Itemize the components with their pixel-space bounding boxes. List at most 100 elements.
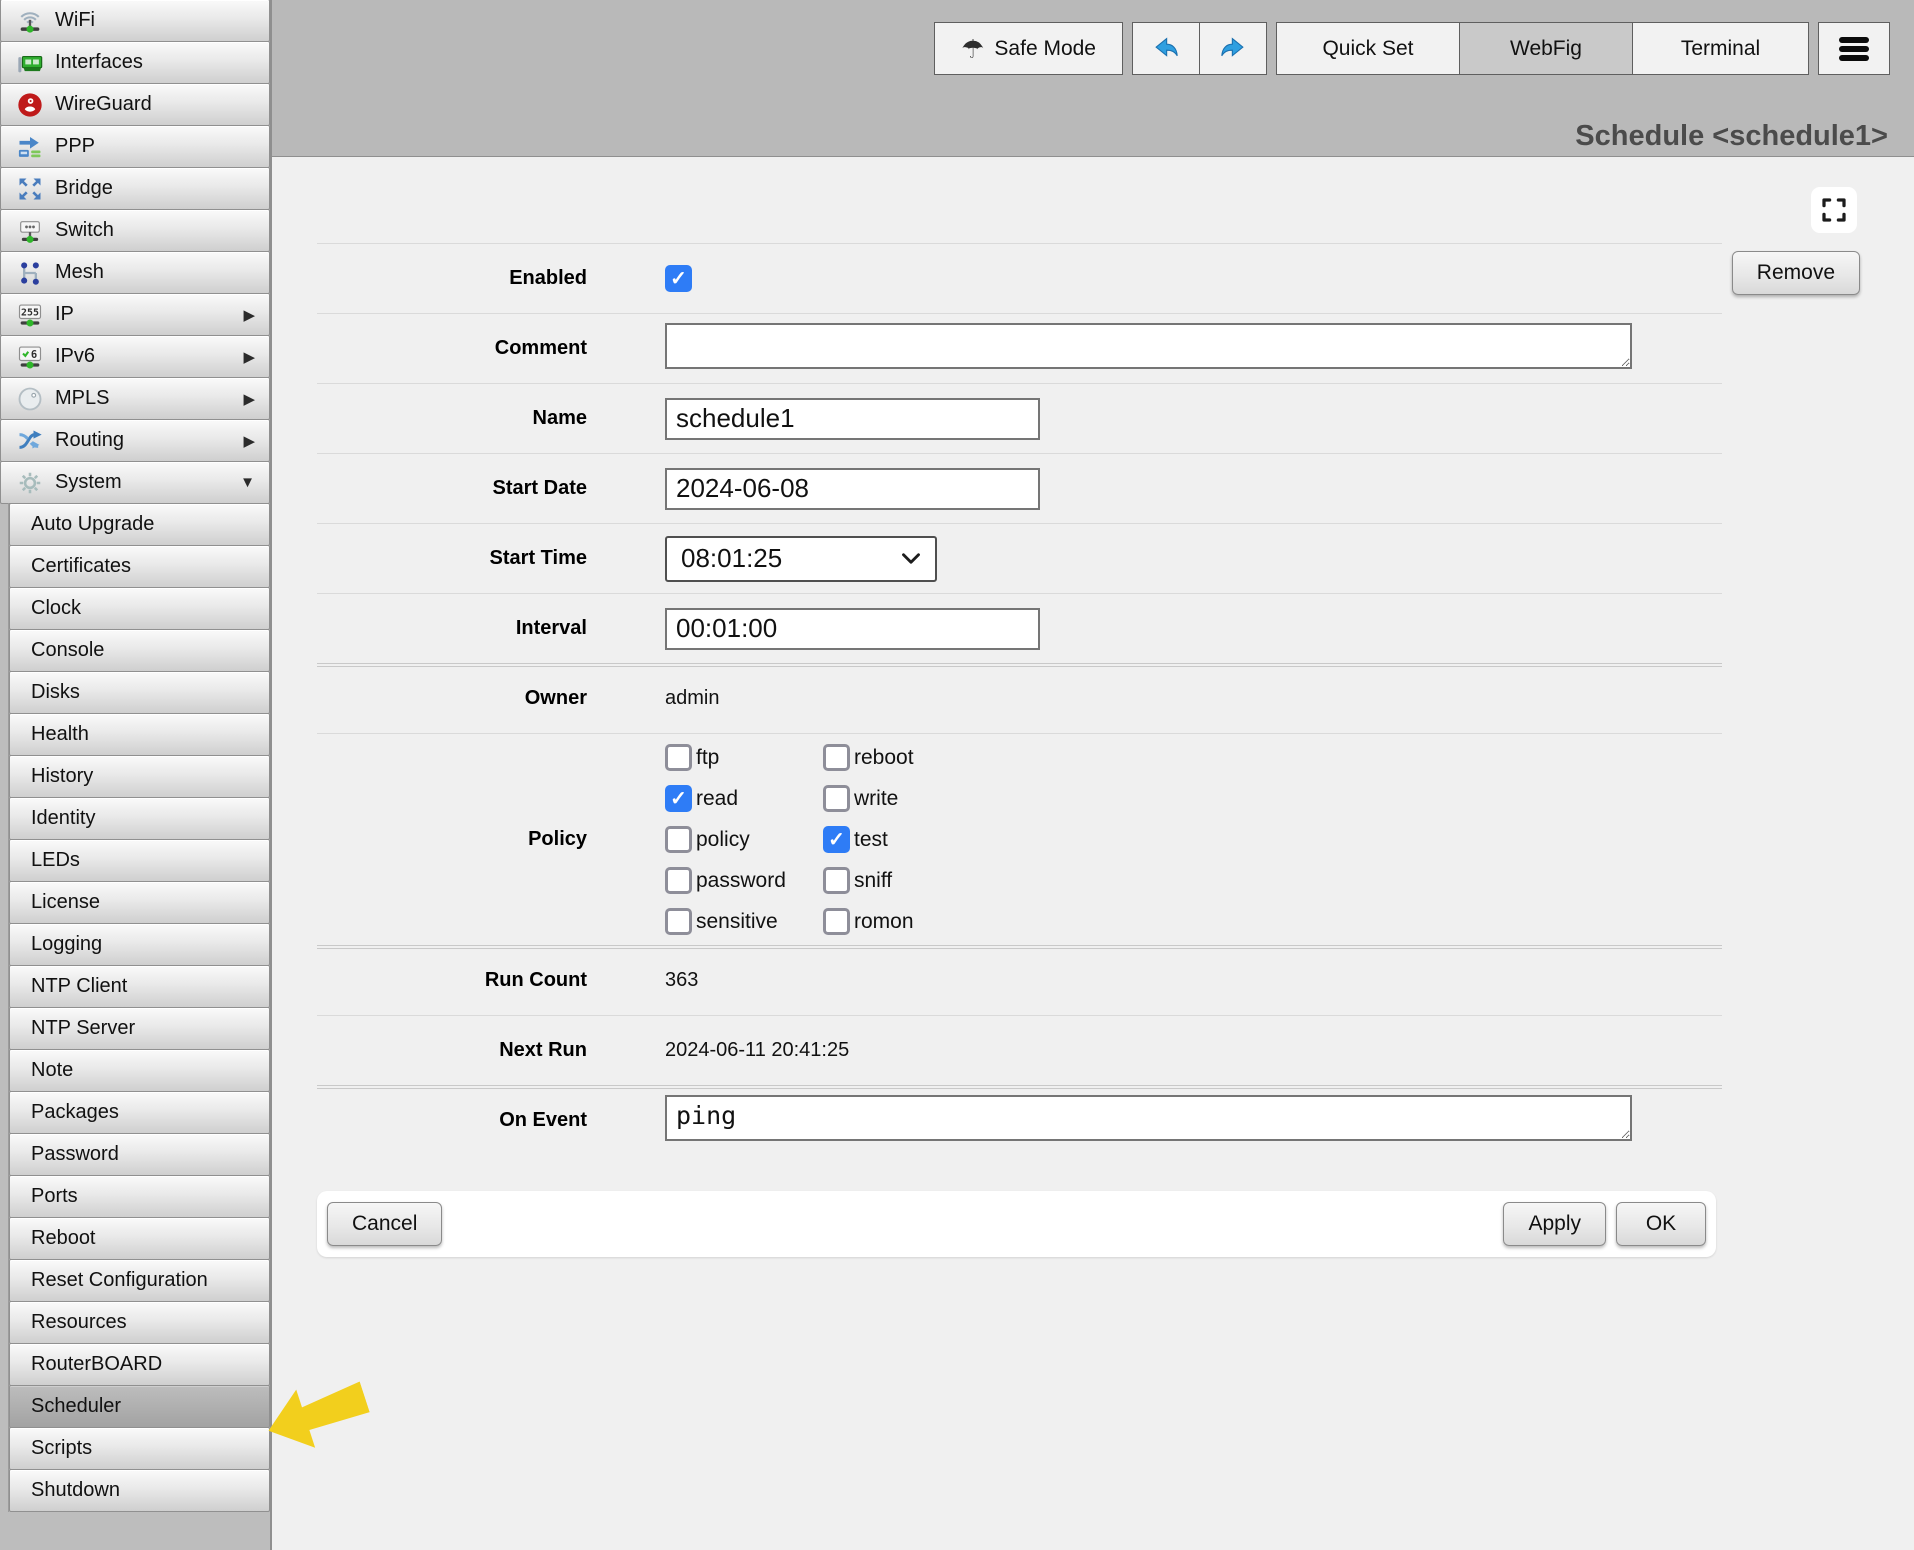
sidebar-item-resources[interactable]: Resources xyxy=(9,1301,270,1344)
next-run-label: Next Run xyxy=(317,1039,587,1062)
policy-checkbox-sensitive[interactable] xyxy=(665,908,692,935)
menu-button[interactable] xyxy=(1818,22,1890,75)
next-run-value: 2024-06-11 20:41:25 xyxy=(665,1039,1722,1062)
sidebar-item-mesh[interactable]: Mesh xyxy=(0,251,270,294)
policy-checkbox-reboot[interactable] xyxy=(823,744,850,771)
sidebar-item-history[interactable]: History xyxy=(9,755,270,798)
owner-value: admin xyxy=(665,687,1722,710)
apply-button[interactable]: Apply xyxy=(1503,1202,1606,1246)
cancel-button[interactable]: Cancel xyxy=(327,1202,442,1246)
sidebar-item-password[interactable]: Password xyxy=(9,1133,270,1176)
sidebar-item-disks[interactable]: Disks xyxy=(9,671,270,714)
ip-icon: 255 xyxy=(15,300,45,330)
redo-icon xyxy=(1217,33,1249,65)
sidebar-item-routing[interactable]: Routing▶ xyxy=(0,419,270,462)
sidebar-item-clock[interactable]: Clock xyxy=(9,587,270,630)
policy-checkbox-policy[interactable] xyxy=(665,826,692,853)
form-row-interval: Interval xyxy=(317,593,1722,663)
start-date-label: Start Date xyxy=(317,477,587,500)
sidebar-item-ntp-server[interactable]: NTP Server xyxy=(9,1007,270,1050)
interfaces-icon xyxy=(15,48,45,78)
sidebar-item-note[interactable]: Note xyxy=(9,1049,270,1092)
comment-input[interactable] xyxy=(665,323,1632,369)
sidebar-item-mpls[interactable]: MPLS▶ xyxy=(0,377,270,420)
tab-webfig[interactable]: WebFig xyxy=(1459,22,1633,75)
sidebar-item-ppp[interactable]: PPP xyxy=(0,125,270,168)
sidebar-item-certificates[interactable]: Certificates xyxy=(9,545,270,588)
policy-options: ftprebootreadwritepolicytestpasswordsnif… xyxy=(665,744,1722,935)
interval-input[interactable] xyxy=(665,608,1040,650)
run-count-label: Run Count xyxy=(317,969,587,992)
policy-label: Policy xyxy=(317,828,587,851)
sidebar-item-reset-configuration[interactable]: Reset Configuration xyxy=(9,1259,270,1302)
wireguard-icon xyxy=(15,90,45,120)
policy-option-sensitive: sensitive xyxy=(665,908,823,935)
sidebar-item-scripts[interactable]: Scripts xyxy=(9,1427,270,1470)
ppp-icon xyxy=(15,132,45,162)
svg-text:255: 255 xyxy=(21,307,39,318)
start-time-label: Start Time xyxy=(317,547,587,570)
sidebar-item-console[interactable]: Console xyxy=(9,629,270,672)
umbrella-icon: ☂ xyxy=(961,36,984,62)
tab-quick-set[interactable]: Quick Set xyxy=(1276,22,1460,75)
sidebar-item-leds[interactable]: LEDs xyxy=(9,839,270,882)
expand-button[interactable] xyxy=(1811,187,1857,233)
policy-option-romon: romon xyxy=(823,908,914,935)
sidebar-item-reboot[interactable]: Reboot xyxy=(9,1217,270,1260)
ipv6-icon: 6 xyxy=(15,342,45,372)
sidebar-item-system[interactable]: System▼ xyxy=(0,461,270,504)
policy-checkbox-password[interactable] xyxy=(665,867,692,894)
policy-checkbox-test[interactable] xyxy=(823,826,850,853)
sidebar-item-auto-upgrade[interactable]: Auto Upgrade xyxy=(9,503,270,546)
sidebar-item-routerboard[interactable]: RouterBOARD xyxy=(9,1343,270,1386)
policy-option-test: test xyxy=(823,826,914,853)
sidebar-item-ports[interactable]: Ports xyxy=(9,1175,270,1218)
policy-checkbox-ftp[interactable] xyxy=(665,744,692,771)
enabled-checkbox[interactable] xyxy=(665,265,692,292)
sidebar: WiFiInterfacesWireGuardPPPBridgeSwitchMe… xyxy=(0,0,272,1550)
policy-checkbox-sniff[interactable] xyxy=(823,867,850,894)
policy-checkbox-read[interactable] xyxy=(665,785,692,812)
on-event-input[interactable]: ping xyxy=(665,1095,1632,1141)
sidebar-item-identity[interactable]: Identity xyxy=(9,797,270,840)
sidebar-item-interfaces[interactable]: Interfaces xyxy=(0,41,270,84)
policy-checkbox-romon[interactable] xyxy=(823,908,850,935)
undo-icon xyxy=(1150,33,1182,65)
sidebar-item-license[interactable]: License xyxy=(9,881,270,924)
form-row-run-count: Run Count 363 xyxy=(317,945,1722,1015)
sidebar-item-shutdown[interactable]: Shutdown xyxy=(9,1469,270,1512)
sidebar-item-ipv6[interactable]: 6IPv6▶ xyxy=(0,335,270,378)
form-row-start-date: Start Date xyxy=(317,453,1722,523)
redo-button[interactable] xyxy=(1199,22,1267,75)
policy-option-password: password xyxy=(665,867,823,894)
sidebar-item-packages[interactable]: Packages xyxy=(9,1091,270,1134)
undo-button[interactable] xyxy=(1132,22,1200,75)
sidebar-item-wifi[interactable]: WiFi xyxy=(0,0,270,42)
sidebar-item-bridge[interactable]: Bridge xyxy=(0,167,270,210)
sidebar-item-logging[interactable]: Logging xyxy=(9,923,270,966)
sidebar-item-ip[interactable]: 255IP▶ xyxy=(0,293,270,336)
name-input[interactable] xyxy=(665,398,1040,440)
sidebar-main-menu: WiFiInterfacesWireGuardPPPBridgeSwitchMe… xyxy=(0,0,270,504)
policy-option-read: read xyxy=(665,785,823,812)
policy-checkbox-write[interactable] xyxy=(823,785,850,812)
sidebar-item-wireguard[interactable]: WireGuard xyxy=(0,83,270,126)
mesh-icon xyxy=(15,258,45,288)
tab-terminal[interactable]: Terminal xyxy=(1632,22,1809,75)
chevron-right-icon: ▶ xyxy=(243,306,255,324)
chevron-right-icon: ▶ xyxy=(243,348,255,366)
sidebar-item-scheduler[interactable]: Scheduler xyxy=(9,1385,270,1428)
main-area: ☂ Safe Mode Quick Set WebFig Terminal xyxy=(272,0,1914,1550)
remove-button[interactable]: Remove xyxy=(1732,251,1860,295)
safe-mode-button[interactable]: ☂ Safe Mode xyxy=(934,22,1123,75)
policy-option-reboot: reboot xyxy=(823,744,914,771)
switch-icon xyxy=(15,216,45,246)
chevron-right-icon: ▶ xyxy=(243,432,255,450)
sidebar-item-health[interactable]: Health xyxy=(9,713,270,756)
sidebar-item-ntp-client[interactable]: NTP Client xyxy=(9,965,270,1008)
ok-button[interactable]: OK xyxy=(1616,1202,1706,1246)
start-date-input[interactable] xyxy=(665,468,1040,510)
start-time-select[interactable]: 08:01:25 xyxy=(665,536,937,582)
sidebar-item-switch[interactable]: Switch xyxy=(0,209,270,252)
name-label: Name xyxy=(317,407,587,430)
